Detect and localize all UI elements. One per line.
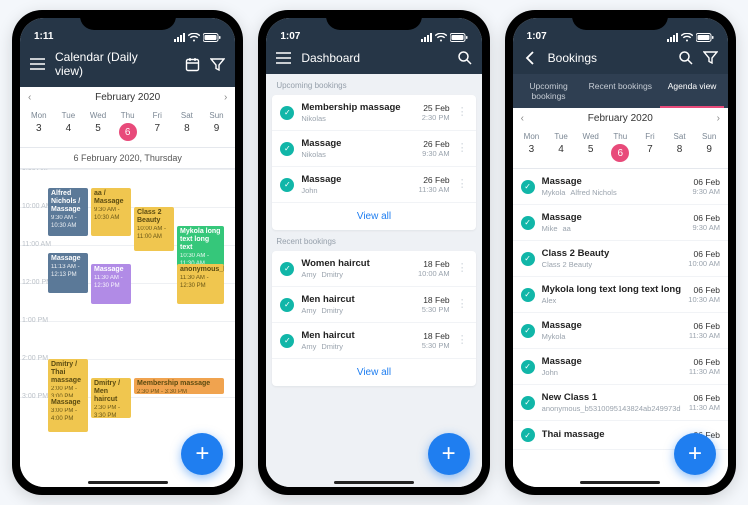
more-icon[interactable]: ⋮ xyxy=(457,143,468,154)
home-indicator xyxy=(88,481,168,484)
calendar-event[interactable]: Dmitry / Thai massage2:00 PM - 3:00 PM xyxy=(48,359,88,399)
page-title: Calendar (Daily view) xyxy=(55,50,165,78)
weekday-header: Mon3 Tue4 Wed5 Thu6 Fri7 Sat8 Sun9 xyxy=(20,108,235,148)
check-icon: ✓ xyxy=(280,178,294,192)
month-selector: ‹ February 2020 › xyxy=(513,108,728,129)
clock: 1:07 xyxy=(280,31,300,42)
next-month-icon[interactable]: › xyxy=(717,113,720,124)
menu-icon[interactable] xyxy=(276,50,291,65)
selected-date-label: 6 February 2020, Thursday xyxy=(20,148,235,169)
clock: 1:11 xyxy=(34,31,53,42)
booking-row[interactable]: ✓ Men haircutAmyDmitry 18 Feb5:30 PM ⋮ xyxy=(272,323,475,359)
check-icon: ✓ xyxy=(521,288,535,302)
next-month-icon[interactable]: › xyxy=(224,92,227,103)
check-icon: ✓ xyxy=(521,360,535,374)
weekday-header: Mon3 Tue4 Wed5 Thu6 Fri7 Sat8 Sun9 xyxy=(513,129,728,169)
tabs: Upcoming bookings Recent bookings Agenda… xyxy=(513,74,728,108)
home-indicator xyxy=(334,481,414,484)
page-title: Bookings xyxy=(548,51,597,65)
wifi-icon xyxy=(188,33,200,42)
booking-row[interactable]: ✓MassageMykolaAlfred Nichols06 Feb9:30 A… xyxy=(513,169,728,205)
tab-recent[interactable]: Recent bookings xyxy=(584,74,656,108)
signal-icon xyxy=(174,33,185,42)
upcoming-card: ✓ Membership massageNikolas 25 Feb2:30 P… xyxy=(272,95,475,230)
wifi-icon xyxy=(435,33,447,42)
booking-row[interactable]: ✓ MassageJohn 26 Feb11:30 AM ⋮ xyxy=(272,167,475,203)
calendar-event[interactable]: Massage11:30 AM - 12:30 PM xyxy=(91,264,131,304)
add-button[interactable]: + xyxy=(428,433,470,475)
calendar-event[interactable]: Membership massage 2:30 PM - 3:30 PM xyxy=(134,378,224,394)
phone-dashboard: 1:07 Dashboard Upcoming bookings ✓ Membe… xyxy=(258,10,489,495)
calendar-event[interactable]: anonymous_b53100951411:30 AM - 12:30 PM xyxy=(177,264,224,304)
calendar-event[interactable]: Massage11:13 AM - 12:13 PM xyxy=(48,253,88,293)
tab-agenda[interactable]: Agenda view xyxy=(656,74,728,108)
view-all-link[interactable]: View all xyxy=(272,203,475,230)
battery-icon xyxy=(450,33,468,42)
booking-row[interactable]: ✓ Men haircutAmyDmitry 18 Feb5:30 PM ⋮ xyxy=(272,287,475,323)
booking-row[interactable]: ✓New Class 1anonymous_b5310095143824ab24… xyxy=(513,385,728,421)
more-icon[interactable]: ⋮ xyxy=(457,107,468,118)
calendar-event[interactable]: aa / Massage9:30 AM - 10:30 AM xyxy=(91,188,131,236)
signal-icon xyxy=(667,33,678,42)
page-title: Dashboard xyxy=(301,51,360,65)
check-icon: ✓ xyxy=(280,298,294,312)
more-icon[interactable]: ⋮ xyxy=(457,263,468,274)
month-label: February 2020 xyxy=(95,92,160,103)
title-bar: Calendar (Daily view) xyxy=(20,44,235,87)
prev-month-icon[interactable]: ‹ xyxy=(521,113,524,124)
check-icon: ✓ xyxy=(280,262,294,276)
booking-row[interactable]: ✓MassageJohn06 Feb11:30 AM xyxy=(513,349,728,385)
more-icon[interactable]: ⋮ xyxy=(457,179,468,190)
section-label: Upcoming bookings xyxy=(266,74,481,95)
check-icon: ✓ xyxy=(521,396,535,410)
battery-icon xyxy=(696,33,714,42)
check-icon: ✓ xyxy=(280,334,294,348)
check-icon: ✓ xyxy=(521,252,535,266)
more-icon[interactable]: ⋮ xyxy=(457,299,468,310)
wifi-icon xyxy=(681,33,693,42)
section-label: Recent bookings xyxy=(266,230,481,251)
tab-upcoming[interactable]: Upcoming bookings xyxy=(513,74,585,108)
filter-icon[interactable] xyxy=(703,50,718,65)
check-icon: ✓ xyxy=(521,428,535,442)
battery-icon xyxy=(203,33,221,42)
menu-icon[interactable] xyxy=(30,57,45,72)
booking-row[interactable]: ✓Class 2 BeautyClass 2 Beauty06 Feb10:00… xyxy=(513,241,728,277)
calendar-event[interactable]: Class 2 Beauty10:00 AM - 11:00 AM xyxy=(134,207,174,251)
check-icon: ✓ xyxy=(280,106,294,120)
booking-row[interactable]: ✓MassageMykola06 Feb11:30 AM xyxy=(513,313,728,349)
booking-row[interactable]: ✓ MassageNikolas 26 Feb9:30 AM ⋮ xyxy=(272,131,475,167)
search-icon[interactable] xyxy=(678,50,693,65)
recent-card: ✓ Women haircutAmyDmitry 18 Feb10:00 AM … xyxy=(272,251,475,386)
filter-icon[interactable] xyxy=(210,57,225,72)
today-icon[interactable] xyxy=(185,57,200,72)
signal-icon xyxy=(421,33,432,42)
search-icon[interactable] xyxy=(457,50,472,65)
title-bar: Bookings xyxy=(513,44,728,74)
prev-month-icon[interactable]: ‹ xyxy=(28,92,31,103)
check-icon: ✓ xyxy=(521,216,535,230)
check-icon: ✓ xyxy=(521,180,535,194)
booking-row[interactable]: ✓Mykola long text long text longAlex06 F… xyxy=(513,277,728,313)
phone-bookings: 1:07 Bookings Upcoming bookings Recent b… xyxy=(505,10,736,495)
booking-row[interactable]: ✓ Membership massageNikolas 25 Feb2:30 P… xyxy=(272,95,475,131)
calendar-event[interactable]: Dmitry / Men haircut2:30 PM - 3:30 PM xyxy=(91,378,131,418)
calendar-event[interactable]: Massage3:00 PM - 4:00 PM xyxy=(48,397,88,432)
title-bar: Dashboard xyxy=(266,44,481,74)
view-all-link[interactable]: View all xyxy=(272,359,475,386)
phone-calendar: 1:11 Calendar (Daily view) xyxy=(12,10,243,495)
check-icon: ✓ xyxy=(521,324,535,338)
clock: 1:07 xyxy=(527,31,547,42)
month-selector: ‹ February 2020 › xyxy=(20,87,235,108)
add-button[interactable]: + xyxy=(674,433,716,475)
calendar-event[interactable]: Alfred Nichols / Massage9:30 AM - 10:30 … xyxy=(48,188,88,236)
booking-row[interactable]: ✓MassageMikeaa06 Feb9:30 AM xyxy=(513,205,728,241)
check-icon: ✓ xyxy=(280,142,294,156)
home-indicator xyxy=(580,481,660,484)
more-icon[interactable]: ⋮ xyxy=(457,335,468,346)
booking-row[interactable]: ✓ Women haircutAmyDmitry 18 Feb10:00 AM … xyxy=(272,251,475,287)
back-icon[interactable] xyxy=(523,50,538,65)
month-label: February 2020 xyxy=(588,113,653,124)
